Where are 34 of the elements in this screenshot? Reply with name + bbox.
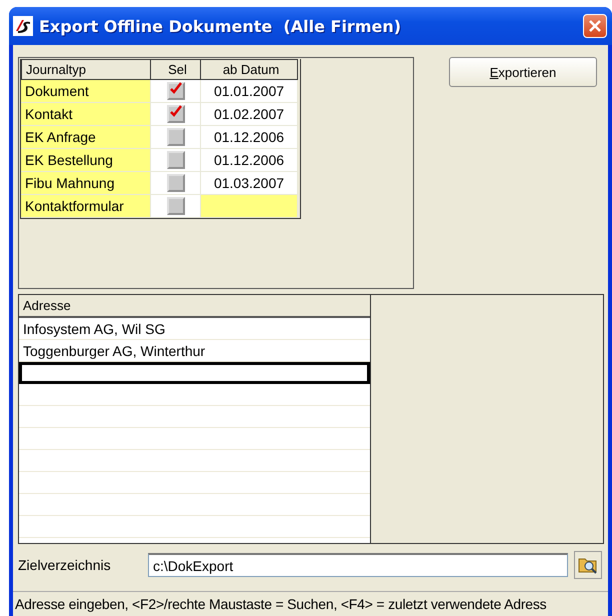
checkbox[interactable] xyxy=(166,174,184,192)
field-label: Zielverzeichnis xyxy=(18,557,112,573)
table-cell: 01.02.2007 xyxy=(201,103,298,126)
table-cell: Kontaktformular xyxy=(21,195,151,218)
close-button[interactable] xyxy=(583,14,607,38)
new-row[interactable] xyxy=(19,362,370,384)
status-text: Adresse eingeben, <F2>/rechte Maustaste = Suchen, <F4> = zuletzt verwendete Adress xyxy=(15,596,546,612)
table-cell[interactable]: Toggenburger AG, Winterthur xyxy=(19,340,370,362)
checkbox[interactable] xyxy=(166,128,184,146)
window-title: Export Offline Dokumente (Alle Firmen) xyxy=(39,16,402,36)
table-cell: 01.12.2006 xyxy=(201,149,298,172)
table-cell: Kontakt xyxy=(21,103,151,126)
close-icon xyxy=(588,19,602,33)
column-header: Adresse xyxy=(19,295,370,318)
column-header: Sel xyxy=(151,59,201,80)
table-cell: EK Bestellung xyxy=(21,149,151,172)
browse-button[interactable] xyxy=(574,551,602,579)
column-header: ab Datum xyxy=(201,59,298,80)
checkbox[interactable] xyxy=(166,105,184,123)
column-header: Journaltyp xyxy=(21,59,151,80)
table-cell: 01.01.2007 xyxy=(201,80,298,103)
table-cell: Dokument xyxy=(21,80,151,103)
input-field[interactable]: c:\DokExport xyxy=(148,553,568,577)
table-cell: Fibu Mahnung xyxy=(21,172,151,195)
folder-search-icon xyxy=(578,556,598,574)
table-cell: 01.12.2006 xyxy=(201,126,298,149)
table-cell[interactable]: Infosystem AG, Wil SG xyxy=(19,318,370,340)
checkbox[interactable] xyxy=(166,82,184,100)
checkbox[interactable] xyxy=(166,151,184,169)
app-logo-icon xyxy=(13,16,33,36)
table-cell: EK Anfrage xyxy=(21,126,151,149)
checkbox[interactable] xyxy=(166,197,184,215)
table-cell: 01.03.2007 xyxy=(201,172,298,195)
export-button[interactable]: Exportieren xyxy=(449,57,597,87)
